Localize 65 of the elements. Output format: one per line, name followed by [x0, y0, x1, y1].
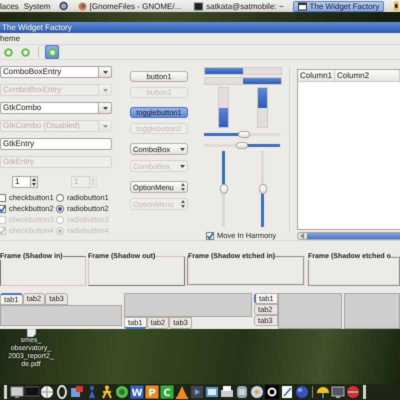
taskbar-button[interactable]: The Widget Factory: [292, 0, 384, 12]
caret-icon: [180, 148, 185, 150]
checkbox[interactable]: [0, 194, 6, 202]
dropdown-button[interactable]: [99, 66, 112, 78]
column-header[interactable]: Column2: [335, 70, 400, 82]
slider-thumb[interactable]: [258, 184, 266, 194]
caret-icon: [102, 124, 108, 128]
ring-icon[interactable]: [265, 385, 279, 399]
window-icon: [298, 2, 307, 10]
runner-icon[interactable]: [100, 385, 114, 399]
taskbar-button[interactable]: [GnomeFiles - GNOME/...: [74, 0, 186, 12]
slider-thumb[interactable]: [220, 184, 228, 194]
caret-icon: [102, 88, 108, 92]
checkbox[interactable]: [206, 232, 214, 240]
globe-icon: [78, 2, 87, 10]
stepper-button[interactable]: [31, 176, 38, 188]
dock-handle[interactable]: [363, 385, 366, 399]
radio-button[interactable]: [56, 194, 64, 202]
checkbox[interactable]: [0, 205, 6, 213]
globe-icon[interactable]: [40, 385, 54, 399]
up-down-arrows-icon: [32, 178, 36, 186]
list-icon[interactable]: [235, 385, 249, 399]
combo-field[interactable]: GtkCombo: [0, 102, 99, 114]
dropdown-button[interactable]: [99, 102, 112, 114]
caret-icon: [102, 70, 108, 74]
tree-view[interactable]: Column1 Column2: [297, 69, 400, 230]
umbrella-icon[interactable]: [316, 385, 330, 399]
column-header[interactable]: Column1: [298, 70, 336, 82]
combo-entry-field[interactable]: ComboBoxEntry: [0, 66, 99, 78]
horizontal-scrollbar[interactable]: [297, 232, 400, 240]
panel-menu[interactable]: System: [24, 2, 50, 10]
printer-icon[interactable]: [220, 385, 234, 399]
disc-icon[interactable]: [250, 385, 264, 399]
scroll-left-arrow-icon[interactable]: [299, 233, 306, 239]
sphere-icon[interactable]: [295, 385, 309, 399]
ring-icon: [48, 48, 56, 56]
ring-icon[interactable]: [55, 385, 69, 399]
scrollbar-thumb[interactable]: [307, 233, 400, 239]
picture-icon[interactable]: [205, 385, 219, 399]
text-field[interactable]: GtkEntry: [0, 138, 112, 150]
tab-page: [344, 293, 400, 329]
toolbar-toggle-button[interactable]: [45, 45, 59, 59]
caret-icon: [102, 106, 108, 110]
up-down-arrows-icon: [181, 183, 185, 191]
tab-page: [278, 293, 342, 329]
panel-menu[interactable]: laces: [0, 2, 19, 10]
radio-button[interactable]: [56, 205, 64, 213]
slider[interactable]: [204, 131, 280, 137]
cone-icon[interactable]: [175, 385, 189, 399]
spin-field[interactable]: 1: [12, 176, 31, 188]
player-icon[interactable]: [190, 385, 204, 399]
slider-thumb[interactable]: [236, 142, 248, 149]
terminal-icon: [194, 2, 204, 10]
notepad-icon[interactable]: [280, 385, 294, 399]
letter-tile-icon[interactable]: W: [130, 385, 144, 399]
menu-item[interactable]: heme: [0, 34, 20, 43]
taskbar-button[interactable]: satkata@satmobile: ~: [190, 0, 288, 12]
monitor-icon[interactable]: [10, 385, 24, 399]
up-down-arrows-icon: [181, 200, 185, 208]
caret-icon: [180, 164, 185, 168]
terminal-icon[interactable]: [331, 385, 345, 399]
window-title: The Widget Factory: [2, 23, 72, 32]
dock-handle[interactable]: [4, 385, 7, 399]
slider-thumb[interactable]: [238, 131, 250, 138]
slider[interactable]: [204, 142, 280, 148]
